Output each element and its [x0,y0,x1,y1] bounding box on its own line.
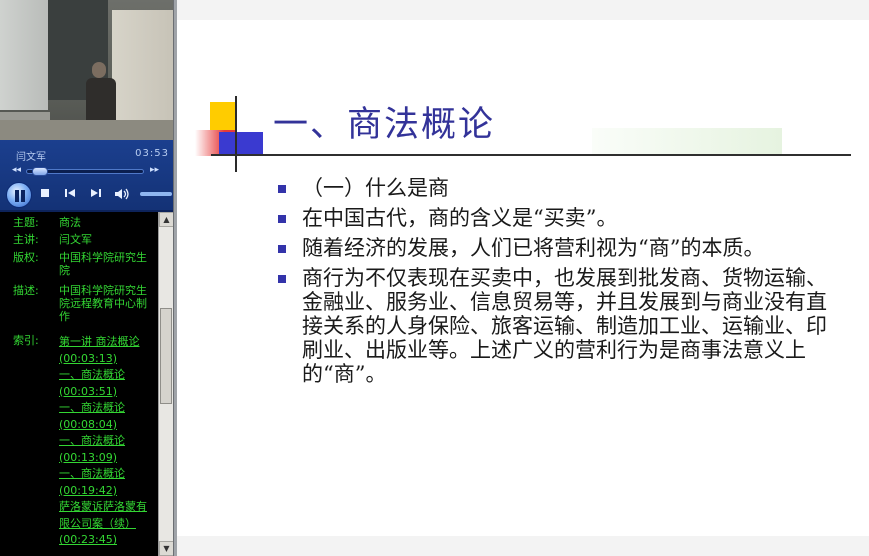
seek-forward-icon[interactable]: ▸▸ [150,165,159,175]
bullet-item: 在中国古代，商的含义是“买卖”。 [275,206,835,230]
bullet-text: 商行为不仅表现在买卖中，也发展到批发商、货物运输、金融业、服务业、信息贸易等，并… [302,266,827,386]
subject-value: 商法 [59,216,81,229]
slide-title: 一、商法概论 [273,105,496,145]
description-label: 描述: [13,284,39,297]
info-scrollbar[interactable]: ▲ ▼ [158,212,174,556]
bullet-item: 商行为不仅表现在买卖中，也发展到批发商、货物运输、金融业、服务业、信息贸易等，并… [275,266,835,386]
presenter-value: 闫文军 [59,233,92,246]
play-pause-icon[interactable] [6,182,32,208]
seek-thumb[interactable] [32,167,48,176]
index-link[interactable]: 一、商法概论(00:13:09) [59,433,155,466]
slide-bullets: （一）什么是商 在中国古代，商的含义是“买卖”。 随着经济的发展，人们已将营利视… [275,176,835,392]
seek-back-icon[interactable]: ◂◂ [12,165,21,175]
volume-icon[interactable] [114,188,130,203]
seek-bar[interactable]: ◂◂ ▸▸ [0,165,173,177]
lecturer-head [92,62,106,78]
decor-yellow-square [210,102,236,130]
player-info-bar: 闫文军 03:53 [0,146,173,163]
speaker-name: 闫文军 [16,152,46,163]
bullet-item: 随着经济的发展，人们已将营利视为“商”的本质。 [275,236,835,260]
stop-icon[interactable] [40,188,50,201]
bullet-square-icon [278,185,286,193]
video-viewport[interactable] [0,0,173,140]
lecturer-body [86,78,116,126]
index-link[interactable]: 一、商法概论(00:08:04) [59,400,155,433]
index-link[interactable]: 一、商法概论(00:03:51) [59,367,155,400]
bullet-text: （一）什么是商 [302,176,449,200]
bullet-square-icon [278,245,286,253]
scroll-down-icon[interactable]: ▼ [159,541,174,556]
slide-frame: 一、商法概论 （一）什么是商 在中国古代，商的含义是“买卖”。 随着经济的发展，… [177,0,869,556]
scroll-thumb[interactable] [160,308,172,404]
slide: 一、商法概论 （一）什么是商 在中国古代，商的含义是“买卖”。 随着经济的发展，… [177,20,869,536]
volume-slider[interactable] [140,192,172,196]
index-link[interactable]: 第一讲 商法概论(00:03:13) [59,334,155,367]
description-value: 中国科学院研究生院远程教育中心制作 [59,284,147,323]
subject-label: 主题: [13,216,39,229]
elapsed-time: 03:53 [135,148,169,159]
bullet-text: 在中国古代，商的含义是“买卖”。 [302,206,618,230]
bullet-square-icon [278,275,286,283]
bullet-item: （一）什么是商 [275,176,835,200]
copyright-value: 中国科学院研究生院 [59,251,147,277]
player-controls [0,180,173,210]
presenter-label: 主讲: [13,233,39,246]
desk [0,120,173,140]
index-link[interactable]: 萨洛蒙诉萨洛蒙有限公司案（续）(00:23:45) [59,499,155,549]
title-green-accent [592,128,782,154]
projection-screen [112,10,173,130]
bullet-square-icon [278,215,286,223]
index-list: 第一讲 商法概论(00:03:13) 一、商法概论(00:03:51) 一、商法… [59,334,155,549]
media-player: 闫文军 03:53 ◂◂ ▸▸ [0,140,173,212]
title-underline [211,154,851,156]
bullet-text: 随着经济的发展，人们已将营利视为“商”的本质。 [302,236,765,260]
copyright-label: 版权: [13,251,39,264]
left-panel: 闫文军 03:53 ◂◂ ▸▸ 主题: 商法 主讲: 闫文军 版权: 中国科学院… [0,0,175,556]
next-icon[interactable] [90,188,102,201]
index-label: 索引: [13,334,39,347]
decor-vertical-line [235,96,237,172]
previous-icon[interactable] [64,188,76,201]
whiteboard [0,0,48,110]
scroll-up-icon[interactable]: ▲ [159,212,174,227]
decor-blue-square [219,132,263,154]
course-info-panel: 主题: 商法 主讲: 闫文军 版权: 中国科学院研究生院 描述: 中国科学院研究… [0,212,158,556]
index-link[interactable]: 一、商法概论(00:19:42) [59,466,155,499]
